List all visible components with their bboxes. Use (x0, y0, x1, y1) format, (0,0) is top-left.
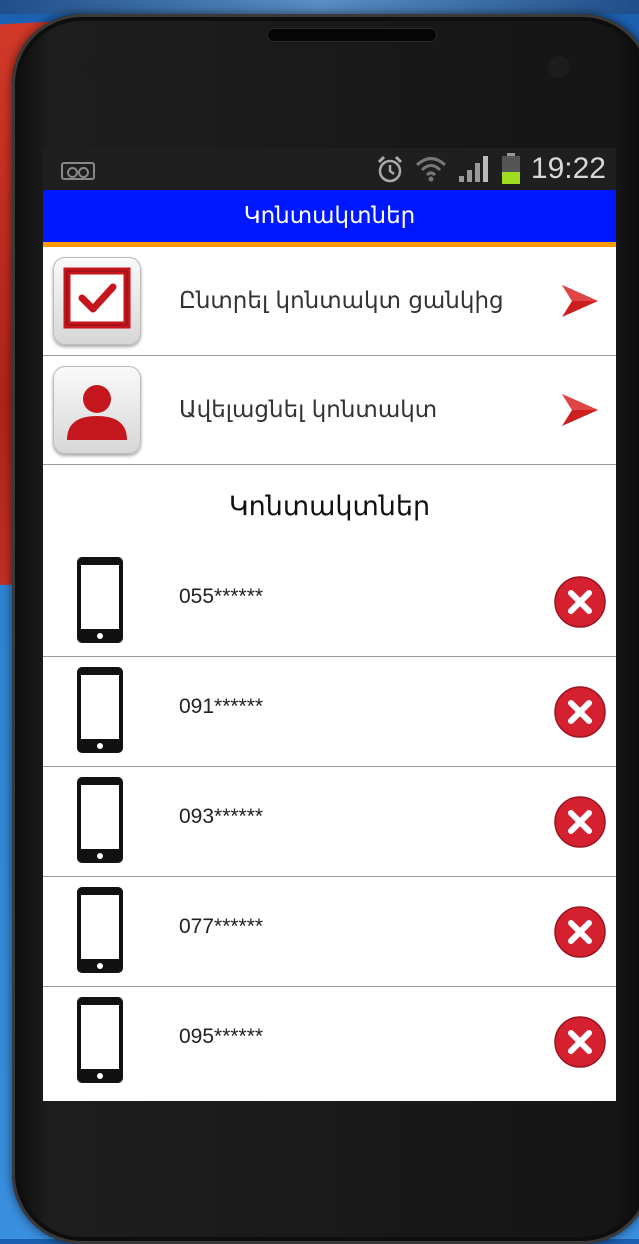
contacts-section-title: Կոնտակտներ (43, 465, 616, 547)
battery-icon (501, 153, 520, 184)
alarm-icon (377, 155, 402, 183)
smartphone-icon (77, 997, 123, 1083)
contact-row[interactable]: 077****** (43, 877, 616, 987)
phone-camera (548, 56, 570, 78)
wifi-icon (415, 157, 446, 182)
screen: 19:22 Կոնտակտներ Ընտրել կոնտակտ ցանկից Ա… (43, 148, 616, 1101)
app-title: Կոնտակտներ (243, 203, 416, 229)
phone-sensor (82, 62, 100, 80)
status-time: 19:22 (530, 152, 606, 185)
user-icon (53, 366, 141, 454)
contacts-list: 055****** 091****** 093****** 077****** … (43, 547, 616, 1096)
contact-row[interactable]: 093****** (43, 767, 616, 877)
contact-row[interactable]: 095****** (43, 987, 616, 1096)
delete-icon[interactable] (554, 906, 606, 958)
smartphone-icon (77, 667, 123, 753)
contact-number: 077****** (179, 915, 264, 938)
smartphone-icon (77, 777, 123, 863)
app-bar: Կոնտակտներ (43, 190, 616, 247)
contact-number: 055****** (179, 585, 264, 608)
phone-sensor (108, 62, 126, 80)
delete-icon[interactable] (554, 1016, 606, 1068)
action-choose-contact[interactable]: Ընտրել կոնտակտ ցանկից (43, 247, 616, 356)
arrow-right-icon[interactable] (560, 283, 600, 319)
section-title-text: Կոնտակտներ (228, 490, 431, 522)
background-top-bar (0, 0, 639, 14)
contact-number: 095****** (179, 1025, 264, 1048)
status-icons: 19:22 (375, 148, 606, 190)
phone-speaker (267, 28, 437, 42)
action-label: Ընտրել կոնտակտ ցանկից (179, 288, 504, 314)
smartphone-icon (77, 887, 123, 973)
voicemail-icon (61, 162, 95, 180)
contact-number: 093****** (179, 805, 264, 828)
arrow-right-icon[interactable] (560, 392, 600, 428)
action-label: Ավելացնել կոնտակտ (179, 397, 438, 423)
action-add-contact[interactable]: Ավելացնել կոնտակտ (43, 356, 616, 465)
status-bar: 19:22 (43, 148, 616, 190)
delete-icon[interactable] (554, 576, 606, 628)
delete-icon[interactable] (554, 796, 606, 848)
checkbox-icon (53, 257, 141, 345)
contact-row[interactable]: 091****** (43, 657, 616, 767)
smartphone-icon (77, 557, 123, 643)
contact-row[interactable]: 055****** (43, 547, 616, 657)
contact-number: 091****** (179, 695, 264, 718)
signal-icon (458, 156, 488, 182)
delete-icon[interactable] (554, 686, 606, 738)
